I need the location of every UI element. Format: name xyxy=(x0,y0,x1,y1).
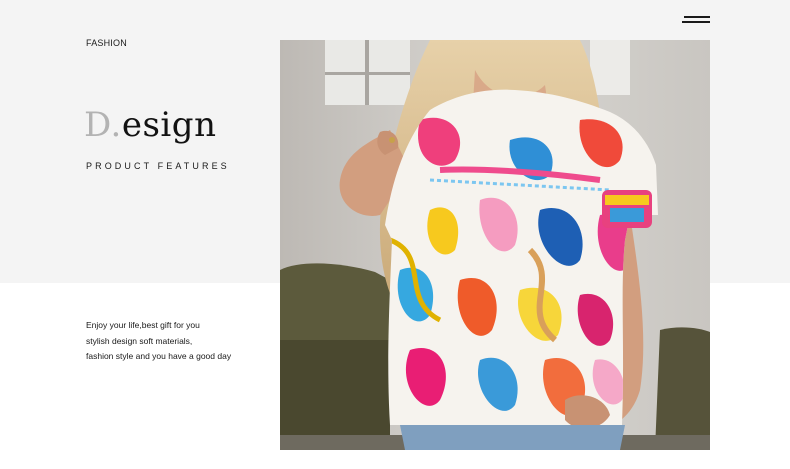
photo-jeans xyxy=(400,425,625,450)
description-block: Enjoy your life,best gift for you stylis… xyxy=(86,318,276,365)
description-line: Enjoy your life,best gift for you xyxy=(86,320,200,330)
description-line: stylish design soft materials, xyxy=(86,335,193,346)
description-line: fashion style and you have a good day xyxy=(86,351,232,361)
design-heading: D.esign xyxy=(84,108,216,142)
menu-line-bottom xyxy=(682,21,710,23)
product-photo xyxy=(280,40,710,450)
menu-line-top xyxy=(684,16,710,18)
hamburger-menu-icon[interactable] xyxy=(680,14,712,28)
category-label: FASHION xyxy=(86,38,127,48)
heading-rest: esign xyxy=(121,105,217,145)
product-features-subtitle: PRODUCT FEATURES xyxy=(86,161,230,171)
heading-initial: D. xyxy=(84,105,122,145)
